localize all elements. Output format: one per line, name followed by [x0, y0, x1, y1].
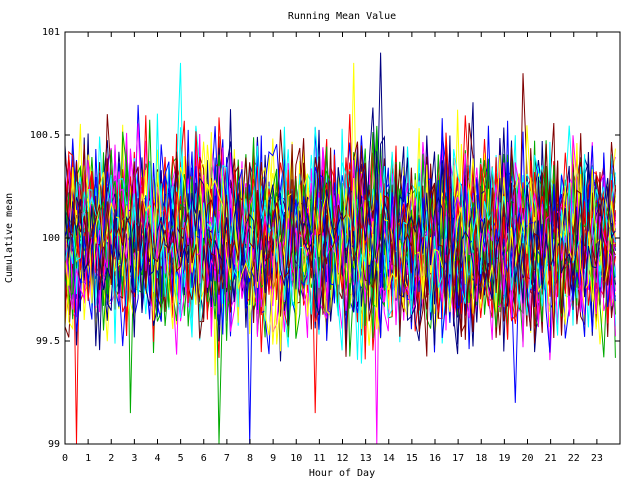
- x-tick-label: 17: [452, 453, 464, 464]
- x-tick-label: 8: [247, 453, 253, 464]
- x-tick-label: 10: [290, 453, 302, 464]
- x-tick-label: 0: [62, 453, 68, 464]
- series-layer: [64, 52, 616, 445]
- x-tick-label: 3: [131, 453, 137, 464]
- x-tick-label: 12: [336, 453, 348, 464]
- x-tick-label: 2: [108, 453, 114, 464]
- x-tick-label: 4: [154, 453, 160, 464]
- x-tick-label: 7: [224, 453, 230, 464]
- x-tick-label: 21: [545, 453, 557, 464]
- x-tick-label: 22: [568, 453, 580, 464]
- y-tick-label: 99.5: [36, 336, 60, 347]
- y-tick-label: 100: [42, 233, 60, 244]
- x-tick-label: 1: [85, 453, 91, 464]
- x-tick-label: 14: [383, 453, 395, 464]
- x-tick-label: 15: [406, 453, 418, 464]
- x-tick-label: 9: [270, 453, 276, 464]
- chart-title: Running Mean Value: [288, 11, 396, 22]
- x-axis-label: Hour of Day: [309, 468, 375, 479]
- chart: Running Mean Value 0 1 2 3 4 5 6 7 8 9 10 11 12 13 14 1…: [4, 11, 621, 479]
- y-tick-label: 100.5: [30, 130, 60, 141]
- x-tick-label: 11: [313, 453, 325, 464]
- x-tick-label: 5: [178, 453, 184, 464]
- x-tick-label: 19: [498, 453, 510, 464]
- y-axis-label: Cumulative mean: [4, 193, 15, 283]
- y-tick-label: 101: [42, 27, 60, 38]
- x-tick-label: 18: [475, 453, 487, 464]
- x-tick-label: 23: [591, 453, 603, 464]
- x-tick-label: 6: [201, 453, 207, 464]
- x-tick-label: 20: [521, 453, 533, 464]
- x-tick-label: 16: [429, 453, 441, 464]
- y-tick-label: 99: [48, 439, 60, 450]
- x-tick-label: 13: [360, 453, 372, 464]
